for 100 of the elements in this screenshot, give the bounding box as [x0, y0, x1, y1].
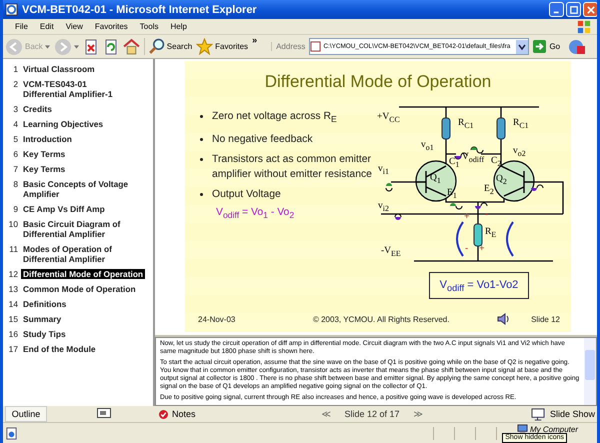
outline-item[interactable]: Differential Mode of Operation — [21, 269, 146, 279]
go-button[interactable]: Go — [533, 40, 560, 53]
outline-item[interactable]: Credits — [21, 104, 54, 114]
menu-item[interactable]: Edit — [34, 22, 60, 31]
search-button[interactable]: Search — [144, 38, 192, 55]
document-x-icon — [82, 38, 99, 54]
slide-number: 1 — [12, 64, 18, 74]
polarity-sign: - — [485, 210, 488, 220]
computer-icon — [517, 424, 528, 435]
slide-number: 2 — [12, 79, 18, 91]
outline-item[interactable]: Key Terms — [21, 149, 68, 159]
outline-tab[interactable]: Outline — [5, 406, 47, 422]
outline-item[interactable]: Virtual Classroom — [21, 64, 97, 74]
slide-number: 5 — [12, 134, 18, 144]
circuit-label: R$_{C1}$ — [458, 118, 474, 131]
slide-number: 14 — [8, 299, 18, 309]
outline-item[interactable]: Study Tips — [21, 329, 68, 339]
outline-item[interactable]: CE Amp Vs Diff Amp — [21, 204, 107, 214]
windows-logo-icon — [577, 20, 591, 34]
circuit-label: E$_{2}$ — [484, 184, 494, 197]
speaker-icon[interactable] — [497, 313, 512, 325]
check-badge-icon — [159, 410, 168, 418]
scrollbar[interactable] — [584, 338, 596, 405]
house-icon — [122, 38, 140, 55]
projector-screen-icon — [530, 408, 546, 420]
home-button[interactable] — [122, 38, 140, 55]
polarity-sign: - — [465, 244, 468, 254]
magnifier-icon — [148, 38, 165, 55]
slide-number: 4 — [12, 119, 18, 129]
circuit-label: -V$_{EE}$ — [381, 246, 401, 259]
circuit-label: +V$_{CC}$ — [377, 112, 400, 125]
refresh-icon — [102, 38, 119, 54]
menu-item[interactable]: Tools — [134, 22, 164, 31]
circuit-label: R$_{E}$ — [485, 227, 496, 240]
toolbar-overflow-button[interactable]: » — [252, 35, 258, 45]
maximize-icon — [570, 6, 578, 14]
slide-number: 11 — [8, 244, 18, 256]
circuit-label: E$_{1}$ — [447, 188, 457, 201]
outline-item[interactable]: Common Mode of Operation — [21, 284, 138, 294]
circuit-label: Q$_{1}$ — [430, 173, 441, 186]
menu-item[interactable]: Help — [164, 22, 193, 31]
menu-item[interactable]: Favorites — [88, 22, 134, 31]
outline-item[interactable]: VCM-TES043-01 Differential Amplifier-1 — [21, 79, 115, 99]
slide-title: Differential Mode of Operation — [264, 71, 492, 93]
circuit-label: v$_{o2}$ — [513, 146, 526, 159]
formula-box: V$_{odiff}$ = Vo1-Vo2 — [429, 272, 529, 299]
right-arrow-icon — [533, 40, 546, 53]
outline-item[interactable]: End of the Module — [21, 344, 98, 354]
address-label: Address — [271, 42, 306, 51]
close-icon — [586, 6, 594, 14]
outline-item[interactable]: Definitions — [21, 299, 68, 309]
page-icon — [5, 3, 18, 16]
favorites-button[interactable]: Favorites — [196, 38, 248, 55]
stop-button[interactable] — [82, 38, 99, 54]
bullet-icon — [200, 193, 203, 196]
page-icon — [5, 426, 18, 440]
window-title: VCM-BET042-01 - Microsoft Internet Explorer — [22, 4, 258, 16]
circuit-label: R$_{C1}$ — [513, 118, 529, 131]
bullet-text: Output Voltage — [212, 188, 282, 202]
previous-slide-button[interactable]: ≪ — [322, 409, 331, 419]
bullet-icon — [200, 115, 203, 118]
circuit-label: C$_{1}$ — [449, 157, 460, 170]
outline-item[interactable]: Introduction — [21, 134, 74, 144]
slide-show-button[interactable]: Slide Show — [530, 408, 595, 420]
bullet-text: Zero net voltage across R$_{E}$ — [212, 110, 338, 126]
bullet-icon — [200, 158, 203, 162]
outline-item[interactable]: Key Terms — [21, 164, 68, 174]
maximize-button[interactable] — [566, 2, 581, 17]
next-slide-button[interactable]: ≫ — [414, 409, 423, 419]
page-icon — [310, 41, 322, 52]
slide-number: 13 — [8, 284, 18, 294]
slide-number: Slide 12 — [531, 314, 560, 324]
formula: V$_{odiff}$ = Vo$_{1}$ - Vo$_{2}$ — [216, 207, 296, 220]
outline-item[interactable]: Learning Objectives — [21, 119, 106, 129]
minimize-button[interactable] — [549, 2, 564, 17]
slide-number: 10 — [8, 219, 18, 231]
menu-item[interactable]: View — [60, 22, 89, 31]
security-zone: My Computer — [517, 424, 597, 435]
close-button[interactable] — [583, 2, 597, 17]
refresh-button[interactable] — [102, 38, 119, 54]
bullet-icon — [200, 138, 203, 142]
menu-item[interactable]: File — [9, 22, 34, 31]
slide-number: 8 — [12, 179, 18, 191]
circuit-label: Q$_{2}$ — [496, 174, 507, 187]
bullet-text: Transistors act as common emitter amplifier without emitter resistance — [212, 153, 373, 182]
circuit-label: v$_{o1}$ — [421, 140, 434, 153]
outline-item[interactable]: Modes of Operation of Differential Amplifier — [21, 244, 114, 264]
slide-number: 6 — [12, 149, 18, 159]
dropdown-icon — [516, 40, 528, 54]
notes-button[interactable]: Notes — [159, 409, 196, 419]
slide-counter: Slide 12 of 17 — [344, 409, 400, 419]
slide-number: 16 — [8, 329, 18, 339]
outline-item[interactable]: Basic Concepts of Voltage Amplifier — [21, 179, 130, 199]
outline-item[interactable]: Summary — [21, 314, 64, 324]
slide-number: 12 — [8, 269, 18, 279]
outline-item[interactable]: Basic Circuit Diagram of Differential Amplifier — [21, 219, 122, 239]
circuit-label: v$_{i1}$ — [378, 164, 389, 177]
copyright-text: © 2003, YCMOU. All Rights Reserved. — [312, 314, 450, 324]
bullet-text: No negative feedback — [212, 133, 314, 148]
star-icon — [196, 38, 214, 55]
